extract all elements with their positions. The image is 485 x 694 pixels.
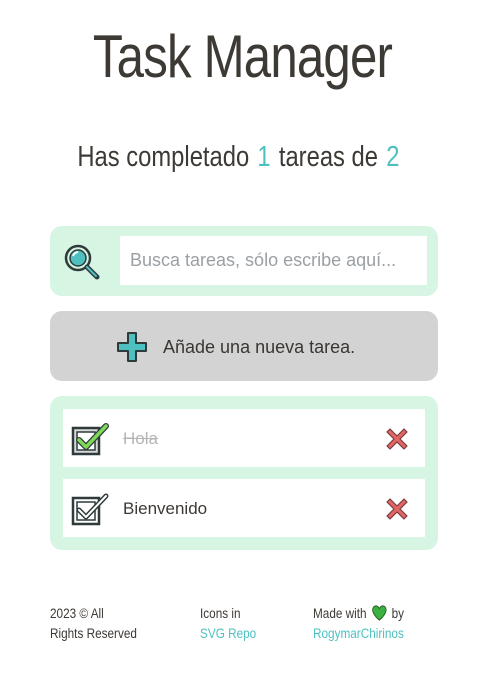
total-count: 2 (386, 141, 400, 173)
footer-icons-credit: Icons in SVG Repo (200, 603, 256, 643)
search-icon (64, 244, 100, 280)
add-task-label: Añade una nueva tarea. (163, 337, 356, 357)
author-link[interactable]: RogymarChirinos (313, 623, 404, 643)
add-task-button[interactable]: Añade una nueva tarea. (50, 311, 438, 381)
copyright-line-1: 2023 © All (50, 605, 104, 621)
heart-icon (371, 605, 387, 621)
made-with-text: Made with (313, 605, 367, 621)
unchecked-checkbox-icon[interactable] (71, 492, 109, 528)
delete-icon[interactable] (383, 425, 411, 453)
search-input[interactable] (120, 236, 427, 285)
delete-icon[interactable] (383, 495, 411, 523)
made-with-line: Made with by (313, 603, 404, 623)
page-title: Task Manager (92, 23, 393, 90)
svg-repo-link[interactable]: SVG Repo (200, 623, 256, 643)
completed-count: 1 (257, 141, 271, 173)
copyright-line-2: Rights Reserved (50, 625, 137, 641)
footer-copyright: 2023 © All Rights Reserved (50, 603, 137, 643)
completion-counter: Has completado 1 tareas de 2 (44, 141, 442, 174)
checked-checkbox-icon[interactable] (71, 422, 109, 458)
counter-middle: tareas de (278, 141, 378, 173)
made-by-text: by (391, 605, 405, 621)
counter-prefix: Has completado (77, 141, 250, 173)
task-item: Bienvenido (63, 479, 425, 537)
footer-author-credit: Made with by RogymarChirinos (313, 603, 404, 643)
task-text: Hola (123, 429, 158, 448)
task-item: Hola (63, 409, 425, 467)
task-text: Bienvenido (123, 499, 208, 518)
plus-icon (117, 332, 147, 362)
task-list: Hola Bienvenido (50, 396, 438, 550)
icons-credit-text: Icons in (200, 605, 241, 621)
search-panel (50, 226, 438, 296)
